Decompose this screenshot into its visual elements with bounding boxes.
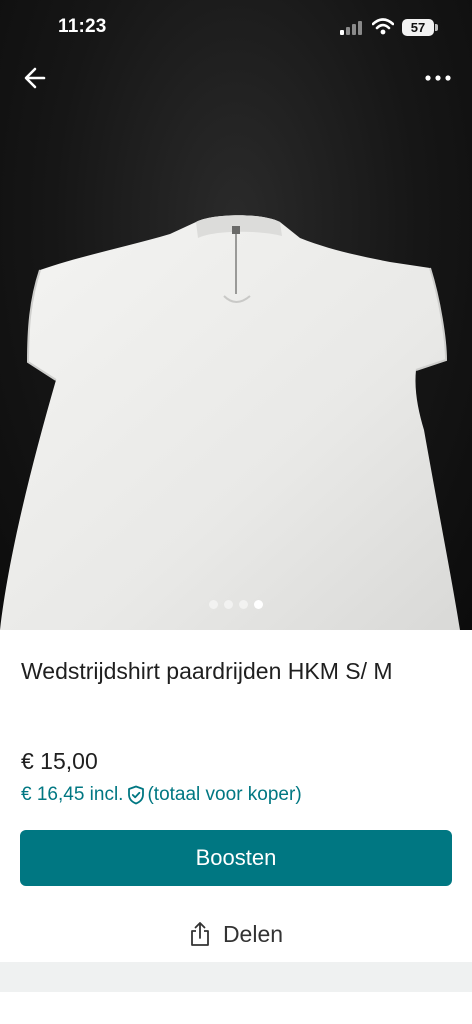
cellular-signal-icon [340,21,362,35]
gallery-pagination [0,600,472,609]
price-incl-amount: € 16,45 incl. [21,784,124,805]
wifi-icon [372,18,394,35]
price-including-fees[interactable]: € 16,45 incl. (totaal voor koper) [21,784,302,806]
battery-tip [435,24,438,31]
shirt-image [0,215,460,630]
more-options-button[interactable] [420,66,456,90]
section-divider [0,962,472,992]
boost-button[interactable]: Boosten [20,830,452,886]
arrow-left-icon [24,67,46,89]
buyer-total-note: (totaal voor koper) [147,784,302,805]
pagination-dot[interactable] [209,600,218,609]
share-icon [191,922,209,946]
pagination-dot[interactable] [224,600,233,609]
item-details: Wedstrijdshirt paardrijden HKM S/ M € 15… [0,630,472,1024]
share-button[interactable]: Delen [0,912,472,956]
more-horizontal-icon [425,75,451,81]
product-photo[interactable]: 11:23 57 [0,0,472,630]
back-button[interactable] [20,62,52,94]
battery-indicator: 57 [402,19,434,36]
pagination-dot-active[interactable] [254,600,263,609]
boost-button-label: Boosten [195,845,277,870]
shield-check-icon [128,785,145,805]
status-bar: 11:23 57 [0,0,472,56]
item-title: Wedstrijdshirt paardrijden HKM S/ M [21,658,393,684]
share-button-label: Delen [222,920,284,947]
item-price: € 15,00 [21,748,98,774]
status-time: 11:23 [58,16,107,37]
pagination-dot[interactable] [239,600,248,609]
